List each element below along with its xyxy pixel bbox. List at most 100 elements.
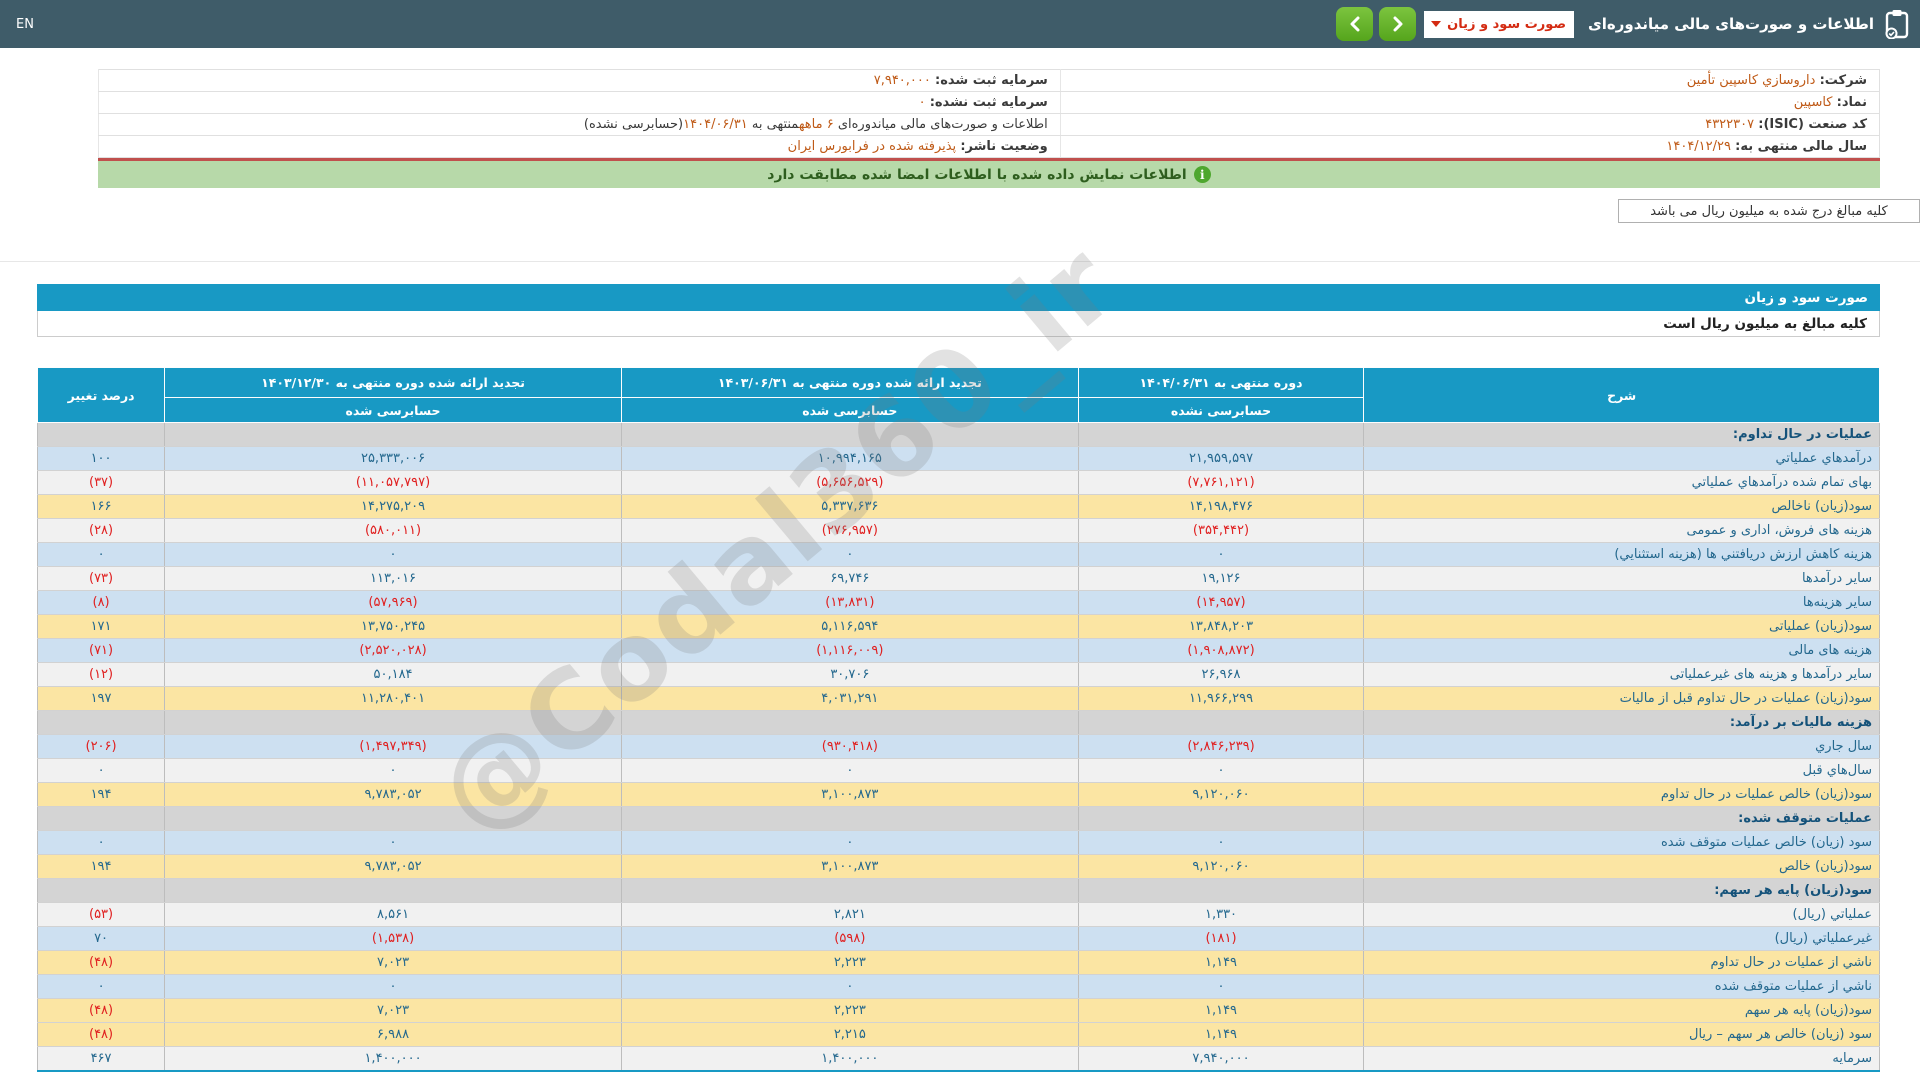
cell-prior-mid: ۶۹,۷۴۶ <box>620 566 1079 591</box>
chevron-down-icon <box>1431 21 1442 27</box>
cell-current: (۲,۸۴۶,۲۳۹) <box>1077 734 1365 759</box>
signed-info-banner: i اطلاعات نمایش داده شده با اطلاعات امضا… <box>98 161 1880 188</box>
cell-change-percent <box>36 878 166 903</box>
company-label: شرکت: <box>1819 73 1867 88</box>
cell-prior-year: (۵۷,۹۶۹) <box>164 590 622 615</box>
cell-current: ۱,۱۴۹ <box>1077 950 1365 975</box>
row-label: هزینه مالیات بر درآمد: <box>1363 710 1880 735</box>
statement-unit-note: کلیه مبالغ به میلیون ریال است <box>37 311 1880 337</box>
row-label: سود (زیان) خالص هر سهم – ریال <box>1363 1022 1880 1047</box>
cell-current: (۷,۷۶۱,۱۲۱) <box>1077 470 1365 495</box>
cell-current: ۲۱,۹۵۹,۵۹۷ <box>1077 446 1365 471</box>
language-en-link[interactable]: EN <box>16 17 34 32</box>
cell-change-percent: ۰ <box>36 542 166 567</box>
unregistered-capital-label: سرمایه ثبت نشده: <box>929 95 1048 110</box>
income-statement-table: شرح دوره منتهی به ۱۴۰۴/۰۶/۳۱ تجدید ارائه… <box>36 367 1880 1072</box>
signed-info-text: اطلاعات نمایش داده شده با اطلاعات امضا ش… <box>767 166 1187 183</box>
cell-prior-year: ۱,۴۰۰,۰۰۰ <box>164 1046 622 1071</box>
income-statement-body: عملیات در حال تداوم: درآمدهاي عملیاتي ۲۱,۹… <box>36 422 1880 1071</box>
table-row: سود(زیان) ناخالص ۱۴,۱۹۸,۴۷۶ ۵,۳۳۷,۶۳۶ ۱۴,۲۷… <box>36 494 1880 519</box>
cell-prior-year: ۵۰,۱۸۴ <box>164 662 622 687</box>
isic-value: ۴۳۲۲۳۰۷ <box>1705 117 1755 132</box>
table-row: هزینه های فروش، اداری و عمومی (۳۵۴,۴۴۲) (۲… <box>36 518 1880 543</box>
cell-current: ۰ <box>1077 542 1365 567</box>
amounts-note-box: کلیه مبالغ درج شده به میلیون ریال می باش… <box>1618 199 1920 223</box>
cell-change-percent: ۱۹۴ <box>36 854 166 879</box>
cell-prior-mid <box>620 710 1079 735</box>
next-statement-button[interactable] <box>1379 7 1417 41</box>
row-label: سود(زیان) عملیات در حال تداوم قبل از مال… <box>1363 686 1880 711</box>
row-label: سود(زیان) پایه هر سهم <box>1363 998 1880 1023</box>
cell-prior-mid: ۵,۱۱۶,۵۹۴ <box>620 614 1079 639</box>
cell-prior-mid: ۳,۱۰۰,۸۷۳ <box>620 854 1079 879</box>
cell-prior-year: ۱۱,۲۸۰,۴۰۱ <box>164 686 622 711</box>
cell-prior-mid: (۱۳,۸۳۱) <box>620 590 1079 615</box>
cell-prior-mid: ۱,۴۰۰,۰۰۰ <box>620 1046 1079 1071</box>
cell-prior-mid: ۲,۸۲۱ <box>620 902 1079 927</box>
cell-prior-mid: (۹۳۰,۴۱۸) <box>620 734 1079 759</box>
cell-prior-mid <box>620 806 1079 831</box>
cell-prior-year: ۲۵,۳۳۳,۰۰۶ <box>164 446 622 471</box>
company-info-table: شرکت: داروسازي کاسپین تأمین سرمایه ثبت ش… <box>98 69 1880 158</box>
table-row: سود(زیان) عملیاتی ۱۳,۸۴۸,۲۰۳ ۵,۱۱۶,۵۹۴ ۱۳,۷… <box>36 614 1880 639</box>
row-label: سود (زیان) خالص عملیات متوقف شده <box>1363 830 1880 855</box>
cell-change-percent: ۱۹۴ <box>36 782 166 807</box>
statement-select-value: صورت سود و زیان <box>1447 16 1567 32</box>
cell-change-percent: (۴۸) <box>36 950 166 975</box>
header-audit-status-current: حسابرسی نشده <box>1077 397 1365 423</box>
row-label: هزینه های مالی <box>1363 638 1880 663</box>
issuer-status-label: وضعیت ناشر: <box>960 139 1048 154</box>
cell-current: ۱,۳۳۰ <box>1077 902 1365 927</box>
cell-current <box>1077 422 1365 447</box>
cell-change-percent: (۴۸) <box>36 998 166 1023</box>
cell-prior-mid: ۲,۲۲۳ <box>620 998 1079 1023</box>
cell-current: ۱,۱۴۹ <box>1077 1022 1365 1047</box>
cell-change-percent: (۷۳) <box>36 566 166 591</box>
row-label: غیرعملیاتي (ریال) <box>1363 926 1880 951</box>
row-label: سود(زیان) خالص <box>1363 854 1880 879</box>
cell-prior-year <box>164 710 622 735</box>
info-row-fiscal: سال مالی منتهی به: ۱۴۰۴/۱۲/۲۹ وضعیت ناشر… <box>98 135 1880 158</box>
cell-change-percent: ۰ <box>36 974 166 999</box>
cell-change-percent: ۰ <box>36 758 166 783</box>
cell-change-percent: ۱۷۱ <box>36 614 166 639</box>
page-title: اطلاعات و صورت‌های مالی میاندوره‌ای <box>1588 15 1874 33</box>
cell-current: ۰ <box>1077 758 1365 783</box>
row-label: سال‌هاي قبل <box>1363 758 1880 783</box>
cell-current: ۱۱,۹۶۶,۲۹۹ <box>1077 686 1365 711</box>
cell-change-percent <box>36 422 166 447</box>
header-period-current: دوره منتهی به ۱۴۰۴/۰۶/۳۱ <box>1077 367 1365 398</box>
table-row: سایر هزینه‌ها (۱۴,۹۵۷) (۱۳,۸۳۱) (۵۷,۹۶۹) (۸) <box>36 590 1880 615</box>
section-row: عملیات در حال تداوم: <box>36 422 1880 447</box>
cell-prior-mid: ۲,۲۱۵ <box>620 1022 1079 1047</box>
info-row-symbol: نماد: کاسپین سرمایه ثبت نشده: ۰ <box>98 91 1880 114</box>
row-label: سود(زیان) ناخالص <box>1363 494 1880 519</box>
symbol-label: نماد: <box>1836 95 1867 110</box>
cell-change-percent: ۱۶۶ <box>36 494 166 519</box>
chevron-right-icon <box>1393 16 1403 32</box>
row-label: سایر درآمدها <box>1363 566 1880 591</box>
statement-select[interactable]: صورت سود و زیان <box>1424 10 1575 38</box>
cell-change-percent: (۳۷) <box>36 470 166 495</box>
row-label: سود(زیان) خالص عملیات در حال تداوم <box>1363 782 1880 807</box>
prev-statement-button[interactable] <box>1336 7 1374 41</box>
cell-change-percent: ۷۰ <box>36 926 166 951</box>
table-row: درآمدهاي عملیاتي ۲۱,۹۵۹,۵۹۷ ۱۰,۹۹۴,۱۶۵ ۲۵,۳… <box>36 446 1880 471</box>
row-label: سود(زیان) پایه هر سهم: <box>1363 878 1880 903</box>
section-row: عملیات متوقف شده: <box>36 806 1880 831</box>
row-label: سرمایه <box>1363 1046 1880 1071</box>
table-row: سود(زیان) عملیات در حال تداوم قبل از مال… <box>36 686 1880 711</box>
statement-title-bar: صورت سود و زیان <box>37 284 1880 311</box>
cell-prior-year: (۱,۴۹۷,۳۴۹) <box>164 734 622 759</box>
header-description: شرح <box>1363 367 1880 423</box>
header-period-prior-mid: تجدید ارائه شده دوره منتهی به ۱۴۰۳/۰۶/۳۱ <box>620 367 1079 398</box>
registered-capital-value: ۷,۹۴۰,۰۰۰ <box>873 73 931 88</box>
info-row-isic: کد صنعت (ISIC): ۴۳۲۲۳۰۷ اطلاعات و صورت‌ه… <box>98 113 1880 136</box>
cell-prior-mid: ۴,۰۳۱,۲۹۱ <box>620 686 1079 711</box>
cell-prior-year: ۷,۰۲۳ <box>164 998 622 1023</box>
cell-prior-mid: (۵۹۸) <box>620 926 1079 951</box>
cell-prior-year: ۷,۰۲۳ <box>164 950 622 975</box>
cell-prior-mid: ۵,۳۳۷,۶۳۶ <box>620 494 1079 519</box>
cell-prior-year: ۰ <box>164 758 622 783</box>
cell-prior-mid: (۵,۶۵۶,۵۲۹) <box>620 470 1079 495</box>
